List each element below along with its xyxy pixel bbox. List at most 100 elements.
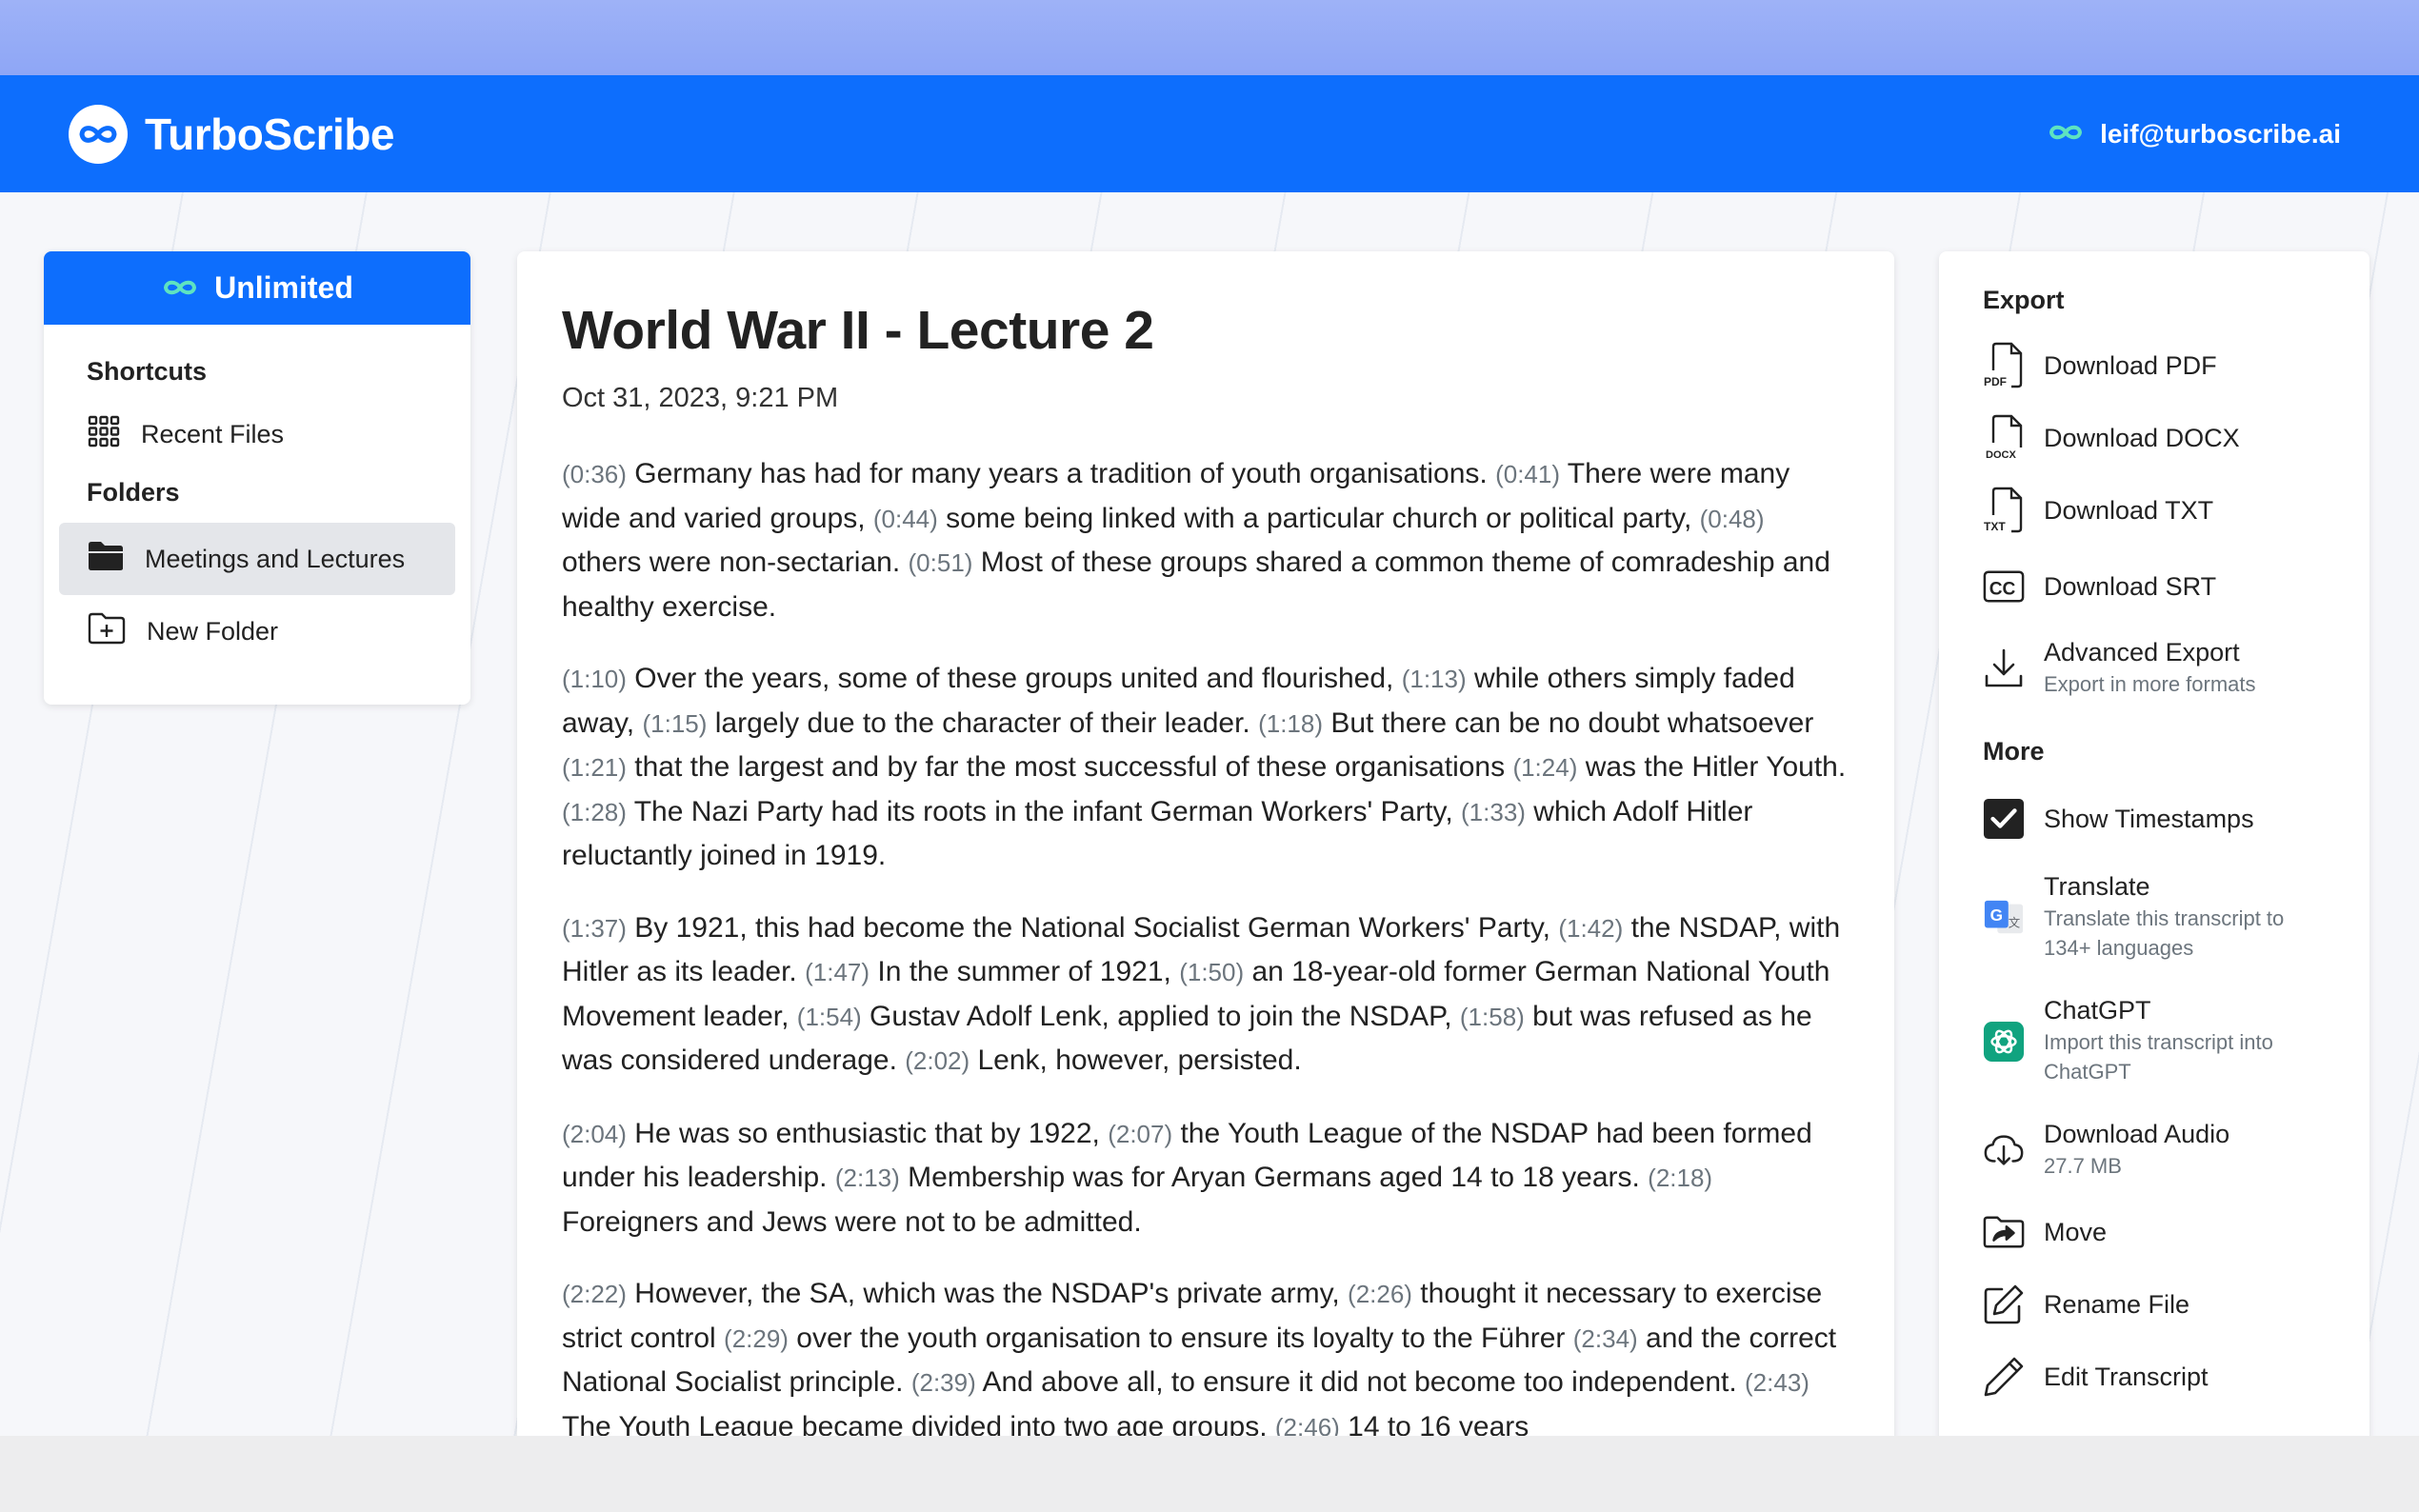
advanced-export-subtitle: Export in more formats [2044, 672, 2256, 696]
sidebar-item-label: Recent Files [141, 419, 285, 448]
timestamp-link[interactable]: (1:15) [642, 709, 707, 738]
grid-icon [88, 415, 120, 454]
show-timestamps-checkbox[interactable]: Show Timestamps [1983, 798, 2254, 840]
pencil-icon [1983, 1356, 2025, 1398]
timestamp-link[interactable]: (1:33) [1461, 798, 1526, 826]
actions-panel: Export PDF Download PDF DOCX Download DO… [1939, 251, 2369, 1489]
edit-transcript-label: Edit Transcript [2044, 1362, 2209, 1391]
chatgpt-button[interactable]: ChatGPT Import this transcript into Chat… [1983, 996, 2273, 1086]
download-srt-label: Download SRT [2044, 571, 2217, 601]
transcript-text: Foreigners and Jews were not to be admit… [562, 1205, 1142, 1238]
timestamp-link[interactable]: (0:36) [562, 460, 627, 488]
advanced-export-button[interactable]: Advanced Export Export in more formats [1983, 638, 2256, 699]
rename-file-label: Rename File [2044, 1289, 2190, 1319]
transcript-paragraph: (2:22) However, the SA, which was the NS… [562, 1272, 1850, 1449]
unlimited-plan-button[interactable]: Unlimited [44, 251, 470, 325]
timestamp-link[interactable]: (1:21) [562, 753, 627, 782]
brand-logo-link[interactable]: TurboScribe [69, 104, 395, 164]
transcript-text: Over the years, some of these groups uni… [626, 663, 1402, 694]
download-audio-button[interactable]: Download Audio 27.7 MB [1983, 1120, 2229, 1181]
timestamp-link[interactable]: (2:18) [1648, 1164, 1712, 1192]
timestamp-link[interactable]: (1:47) [805, 958, 870, 986]
download-txt-button[interactable]: TXT Download TXT [1983, 487, 2213, 533]
plan-label: Unlimited [214, 270, 353, 305]
timestamp-link[interactable]: (1:54) [797, 1003, 862, 1031]
timestamp-link[interactable]: (2:26) [1348, 1280, 1412, 1308]
file-pdf-icon: PDF [1983, 342, 2025, 388]
download-pdf-label: Download PDF [2044, 350, 2217, 380]
timestamp-link[interactable]: (1:42) [1558, 914, 1623, 943]
translate-button[interactable]: G 文 Translate Translate this transcript … [1983, 872, 2284, 963]
folder-move-icon [1983, 1211, 2025, 1253]
shortcuts-heading: Shortcuts [87, 357, 208, 386]
timestamp-link[interactable]: (2:04) [562, 1120, 627, 1148]
transcript-text: over the youth organisation to ensure it… [788, 1322, 1573, 1354]
download-audio-size: 27.7 MB [2044, 1154, 2122, 1178]
transcript-body: (0:36) Germany has had for many years a … [562, 452, 1850, 1449]
translate-subtitle-line2: 134+ languages [2044, 936, 2194, 960]
transcript-text: Membership was for Aryan Germans aged 14… [899, 1162, 1649, 1193]
move-button[interactable]: Move [1983, 1211, 2107, 1253]
timestamp-link[interactable]: (1:50) [1179, 958, 1244, 986]
timestamp-link[interactable]: (1:37) [562, 914, 627, 943]
rename-file-button[interactable]: Rename File [1983, 1283, 2189, 1325]
timestamp-link[interactable]: (2:29) [724, 1324, 789, 1353]
transcript-text: He was so enthusiastic that by 1922, [626, 1117, 1109, 1149]
chatgpt-subtitle-line1: Import this transcript into [2044, 1030, 2273, 1054]
infinity-icon [2047, 119, 2085, 149]
move-label: Move [2044, 1217, 2108, 1246]
timestamp-link[interactable]: (1:18) [1258, 709, 1323, 738]
transcript-text: was the Hitler Youth. [1577, 751, 1847, 783]
timestamp-link[interactable]: (0:44) [873, 505, 938, 533]
download-icon [1983, 647, 2025, 689]
svg-text:CC: CC [1989, 580, 2016, 600]
more-heading: More [1983, 737, 2045, 766]
svg-text:文: 文 [2009, 915, 2020, 929]
download-docx-button[interactable]: DOCX Download DOCX [1983, 414, 2240, 461]
chatgpt-icon [1983, 1021, 2025, 1063]
translate-subtitle-line1: Translate this transcript to [2044, 906, 2285, 930]
sidebar-item-meetings-and-lectures[interactable]: Meetings and Lectures [59, 523, 455, 595]
transcript-text: But there can be no doubt whatsoever [1323, 706, 1814, 739]
transcript-text: Lenk, however, persisted. [970, 1044, 1302, 1076]
timestamp-link[interactable]: (0:48) [1700, 505, 1765, 533]
transcript-text: others were non-sectarian. [562, 547, 909, 578]
download-srt-button[interactable]: CC Download SRT [1983, 566, 2216, 607]
pencil-square-icon [1983, 1283, 2025, 1325]
timestamp-link[interactable]: (2:34) [1573, 1324, 1638, 1353]
sidebar-item-label: Meetings and Lectures [145, 544, 406, 573]
timestamp-link[interactable]: (2:43) [1745, 1368, 1809, 1397]
timestamp-link[interactable]: (2:22) [562, 1280, 627, 1308]
timestamp-link[interactable]: (1:28) [562, 798, 627, 826]
transcript-text: The Nazi Party had its roots in the infa… [626, 795, 1462, 827]
sidebar-item-new-folder[interactable]: New Folder [59, 595, 455, 667]
timestamp-link[interactable]: (0:51) [909, 548, 973, 577]
timestamp-link[interactable]: (2:02) [905, 1046, 970, 1075]
timestamp-link[interactable]: (2:39) [911, 1368, 976, 1397]
transcript-card: World War II - Lecture 2 Oct 31, 2023, 9… [517, 251, 1894, 1489]
download-pdf-button[interactable]: PDF Download PDF [1983, 342, 2217, 388]
timestamp-link[interactable]: (2:13) [835, 1164, 900, 1192]
timestamp-link[interactable]: (2:07) [1108, 1120, 1172, 1148]
export-heading: Export [1983, 286, 2065, 314]
user-account-link[interactable]: leif@turboscribe.ai [2047, 119, 2341, 149]
sidebar-item-recent-files[interactable]: Recent Files [59, 398, 455, 470]
timestamp-link[interactable]: (1:58) [1460, 1003, 1525, 1031]
svg-text:PDF: PDF [1984, 375, 2007, 388]
chatgpt-label: ChatGPT [2044, 996, 2151, 1025]
svg-text:DOCX: DOCX [1986, 449, 2016, 461]
turboscribe-logo-icon [69, 104, 128, 164]
svg-text:G: G [1990, 905, 2003, 924]
transcript-paragraph: (1:10) Over the years, some of these gro… [562, 657, 1850, 878]
timestamp-link[interactable]: (1:13) [1402, 665, 1467, 693]
timestamp-link[interactable]: (1:24) [1512, 753, 1577, 782]
translate-label: Translate [2044, 872, 2150, 901]
sidebar-item-label: New Folder [147, 616, 279, 646]
timestamp-link[interactable]: (1:10) [562, 665, 627, 693]
advanced-export-label: Advanced Export [2044, 638, 2240, 666]
timestamp-link[interactable]: (0:41) [1495, 460, 1560, 488]
edit-transcript-button[interactable]: Edit Transcript [1983, 1356, 2209, 1398]
checkbox-checked-icon [1983, 798, 2025, 840]
chatgpt-subtitle-line2: ChatGPT [2044, 1060, 2131, 1084]
transcript-paragraph: (1:37) By 1921, this had become the Nati… [562, 906, 1850, 1084]
